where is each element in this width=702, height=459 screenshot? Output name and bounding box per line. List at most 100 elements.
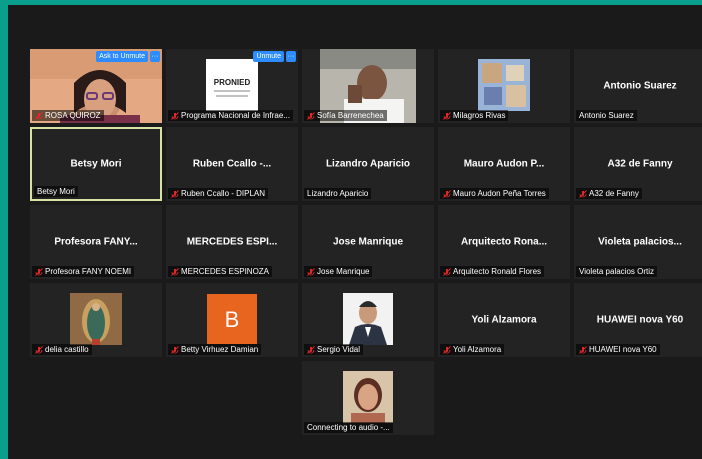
- participant-tile[interactable]: Profesora FANY... Profesora FANY NOEMI: [30, 205, 162, 279]
- participant-name-label: delia castillo: [32, 344, 92, 355]
- participant-tile[interactable]: delia castillo: [30, 283, 162, 357]
- participant-display-name: Profesora FANY...: [54, 236, 138, 248]
- muted-mic-icon: [35, 345, 43, 354]
- muted-mic-icon: [443, 345, 451, 354]
- participant-tile[interactable]: HUAWEI nova Y60 HUAWEI nova Y60: [574, 283, 702, 357]
- participant-tile[interactable]: Lizandro Aparicio Lizandro Aparicio: [302, 127, 434, 201]
- muted-mic-icon: [443, 111, 451, 120]
- participant-tile[interactable]: Antonio Suarez Antonio Suarez: [574, 49, 702, 123]
- participant-tile[interactable]: Sofía Barrenechea: [302, 49, 434, 123]
- participant-tile[interactable]: Ruben Ccallo -... Ruben Ccallo - DIPLAN: [166, 127, 298, 201]
- muted-mic-icon: [171, 111, 179, 120]
- participant-tile[interactable]: MERCEDES ESPI... MERCEDES ESPINOZA: [166, 205, 298, 279]
- participant-name-label: Antonio Suarez: [576, 110, 637, 121]
- participant-name: Mauro Audon Peña Torres: [453, 189, 546, 198]
- participant-tile[interactable]: Mauro Audon P... Mauro Audon Peña Torres: [438, 127, 570, 201]
- participant-display-name: Violeta palacios...: [598, 236, 682, 248]
- participant-video: [478, 59, 530, 116]
- participant-name-label: Milagros Rivas: [440, 110, 509, 121]
- participant-tile[interactable]: Connecting to audio -...: [302, 361, 434, 435]
- participant-video: PRONIED: [206, 59, 258, 116]
- participant-display-name: Lizandro Aparicio: [325, 158, 411, 170]
- participant-name-label: Connecting to audio -...: [304, 422, 393, 433]
- participant-name-label: Jose Manrique: [304, 266, 373, 277]
- muted-mic-icon: [443, 189, 451, 198]
- participant-name: Programa Nacional de Infrae...: [181, 111, 290, 120]
- participant-name: Arquitecto Ronald Flores: [453, 267, 542, 276]
- participant-name-label: Violeta palacios Ortiz: [576, 266, 657, 277]
- participant-name-label: Ruben Ccallo - DIPLAN: [168, 188, 269, 199]
- participant-display-name: Mauro Audon P...: [463, 158, 545, 170]
- participant-tile[interactable]: ROSA QUIROZ Ask to Unmute ···: [30, 49, 162, 123]
- participant-video: [70, 293, 122, 350]
- participant-name: Sergio Vidal: [317, 345, 360, 354]
- avatar-letter-image: B: [207, 294, 257, 344]
- pronied-logo-image: PRONIED: [206, 59, 258, 111]
- participant-name: MERCEDES ESPINOZA: [181, 267, 270, 276]
- participant-name: Lizandro Aparicio: [307, 189, 369, 198]
- participant-name-label: HUAWEI nova Y60: [576, 344, 660, 355]
- muted-mic-icon: [443, 267, 451, 276]
- unmute-button[interactable]: Unmute: [253, 51, 284, 62]
- participant-tile[interactable]: B Betty Virhuez Damian: [166, 283, 298, 357]
- participant-name: Betty Virhuez Damian: [181, 345, 259, 354]
- participant-display-name: A32 de Fanny: [607, 158, 673, 170]
- participant-name-label: ROSA QUIROZ: [32, 110, 104, 121]
- muted-mic-icon: [579, 189, 587, 198]
- participant-name: Jose Manrique: [317, 267, 370, 276]
- participant-video: B: [207, 294, 257, 349]
- more-options-button[interactable]: ···: [150, 51, 160, 62]
- participant-name-label: MERCEDES ESPINOZA: [168, 266, 273, 277]
- svg-text:PRONIED: PRONIED: [214, 78, 251, 87]
- participant-display-name: Betsy Mori: [70, 158, 122, 170]
- participant-tile[interactable]: Betsy Mori Betsy Mori: [30, 127, 162, 201]
- photo-collage-image: [478, 59, 530, 111]
- participant-display-name: Antonio Suarez: [603, 80, 677, 92]
- participant-name: Betsy Mori: [37, 187, 75, 196]
- participant-tile[interactable]: Milagros Rivas: [438, 49, 570, 123]
- woman-smile-image: [343, 371, 393, 423]
- participant-name-label: A32 de Fanny: [576, 188, 642, 199]
- participant-video: [343, 293, 393, 350]
- participant-tile[interactable]: Jose Manrique Jose Manrique: [302, 205, 434, 279]
- participant-display-name: MERCEDES ESPI...: [186, 236, 278, 248]
- participant-name: delia castillo: [45, 345, 89, 354]
- man-suit-image: [343, 293, 393, 345]
- participant-name-label: Sofía Barrenechea: [304, 110, 387, 121]
- muted-mic-icon: [171, 189, 179, 198]
- muted-mic-icon: [171, 267, 179, 276]
- muted-mic-icon: [171, 345, 179, 354]
- meeting-window: ROSA QUIROZ Ask to Unmute ··· PRONIED Progra…: [8, 5, 702, 459]
- participant-name-label: Mauro Audon Peña Torres: [440, 188, 549, 199]
- participant-name: Sofía Barrenechea: [317, 111, 384, 120]
- participant-name-label: Betsy Mori: [34, 186, 78, 197]
- muted-mic-icon: [35, 111, 43, 120]
- participant-name: Profesora FANY NOEMI: [45, 267, 132, 276]
- participant-video: [343, 371, 393, 428]
- participant-tile[interactable]: Sergio Vidal: [302, 283, 434, 357]
- participant-name: Connecting to audio -...: [307, 423, 390, 432]
- participant-tile[interactable]: Arquitecto Rona... Arquitecto Ronald Flor…: [438, 205, 570, 279]
- participant-display-name: HUAWEI nova Y60: [596, 314, 684, 326]
- participant-name-label: Lizandro Aparicio: [304, 188, 372, 199]
- muted-mic-icon: [307, 111, 315, 120]
- virgin-image-image: [70, 293, 122, 345]
- participant-name-label: Sergio Vidal: [304, 344, 363, 355]
- muted-mic-icon: [35, 267, 43, 276]
- participant-name-label: Yoli Alzamora: [440, 344, 505, 355]
- participant-name-label: Betty Virhuez Damian: [168, 344, 262, 355]
- participant-tile[interactable]: Violeta palacios... Violeta palacios Orti…: [574, 205, 702, 279]
- participant-tile[interactable]: Yoli Alzamora Yoli Alzamora: [438, 283, 570, 357]
- svg-text:B: B: [225, 307, 240, 332]
- participant-name: A32 de Fanny: [589, 189, 639, 198]
- participant-name: Violeta palacios Ortiz: [579, 267, 654, 276]
- participant-display-name: Jose Manrique: [332, 236, 404, 248]
- participant-tile[interactable]: A32 de Fanny A32 de Fanny: [574, 127, 702, 201]
- participant-name-label: Arquitecto Ronald Flores: [440, 266, 545, 277]
- muted-mic-icon: [307, 345, 315, 354]
- participant-grid: ROSA QUIROZ Ask to Unmute ··· PRONIED Progra…: [30, 49, 702, 435]
- muted-mic-icon: [579, 345, 587, 354]
- more-options-button[interactable]: ···: [286, 51, 296, 62]
- participant-tile[interactable]: PRONIED Programa Nacional de Infrae... Unm…: [166, 49, 298, 123]
- ask-to-unmute-button[interactable]: Ask to Unmute: [96, 51, 148, 62]
